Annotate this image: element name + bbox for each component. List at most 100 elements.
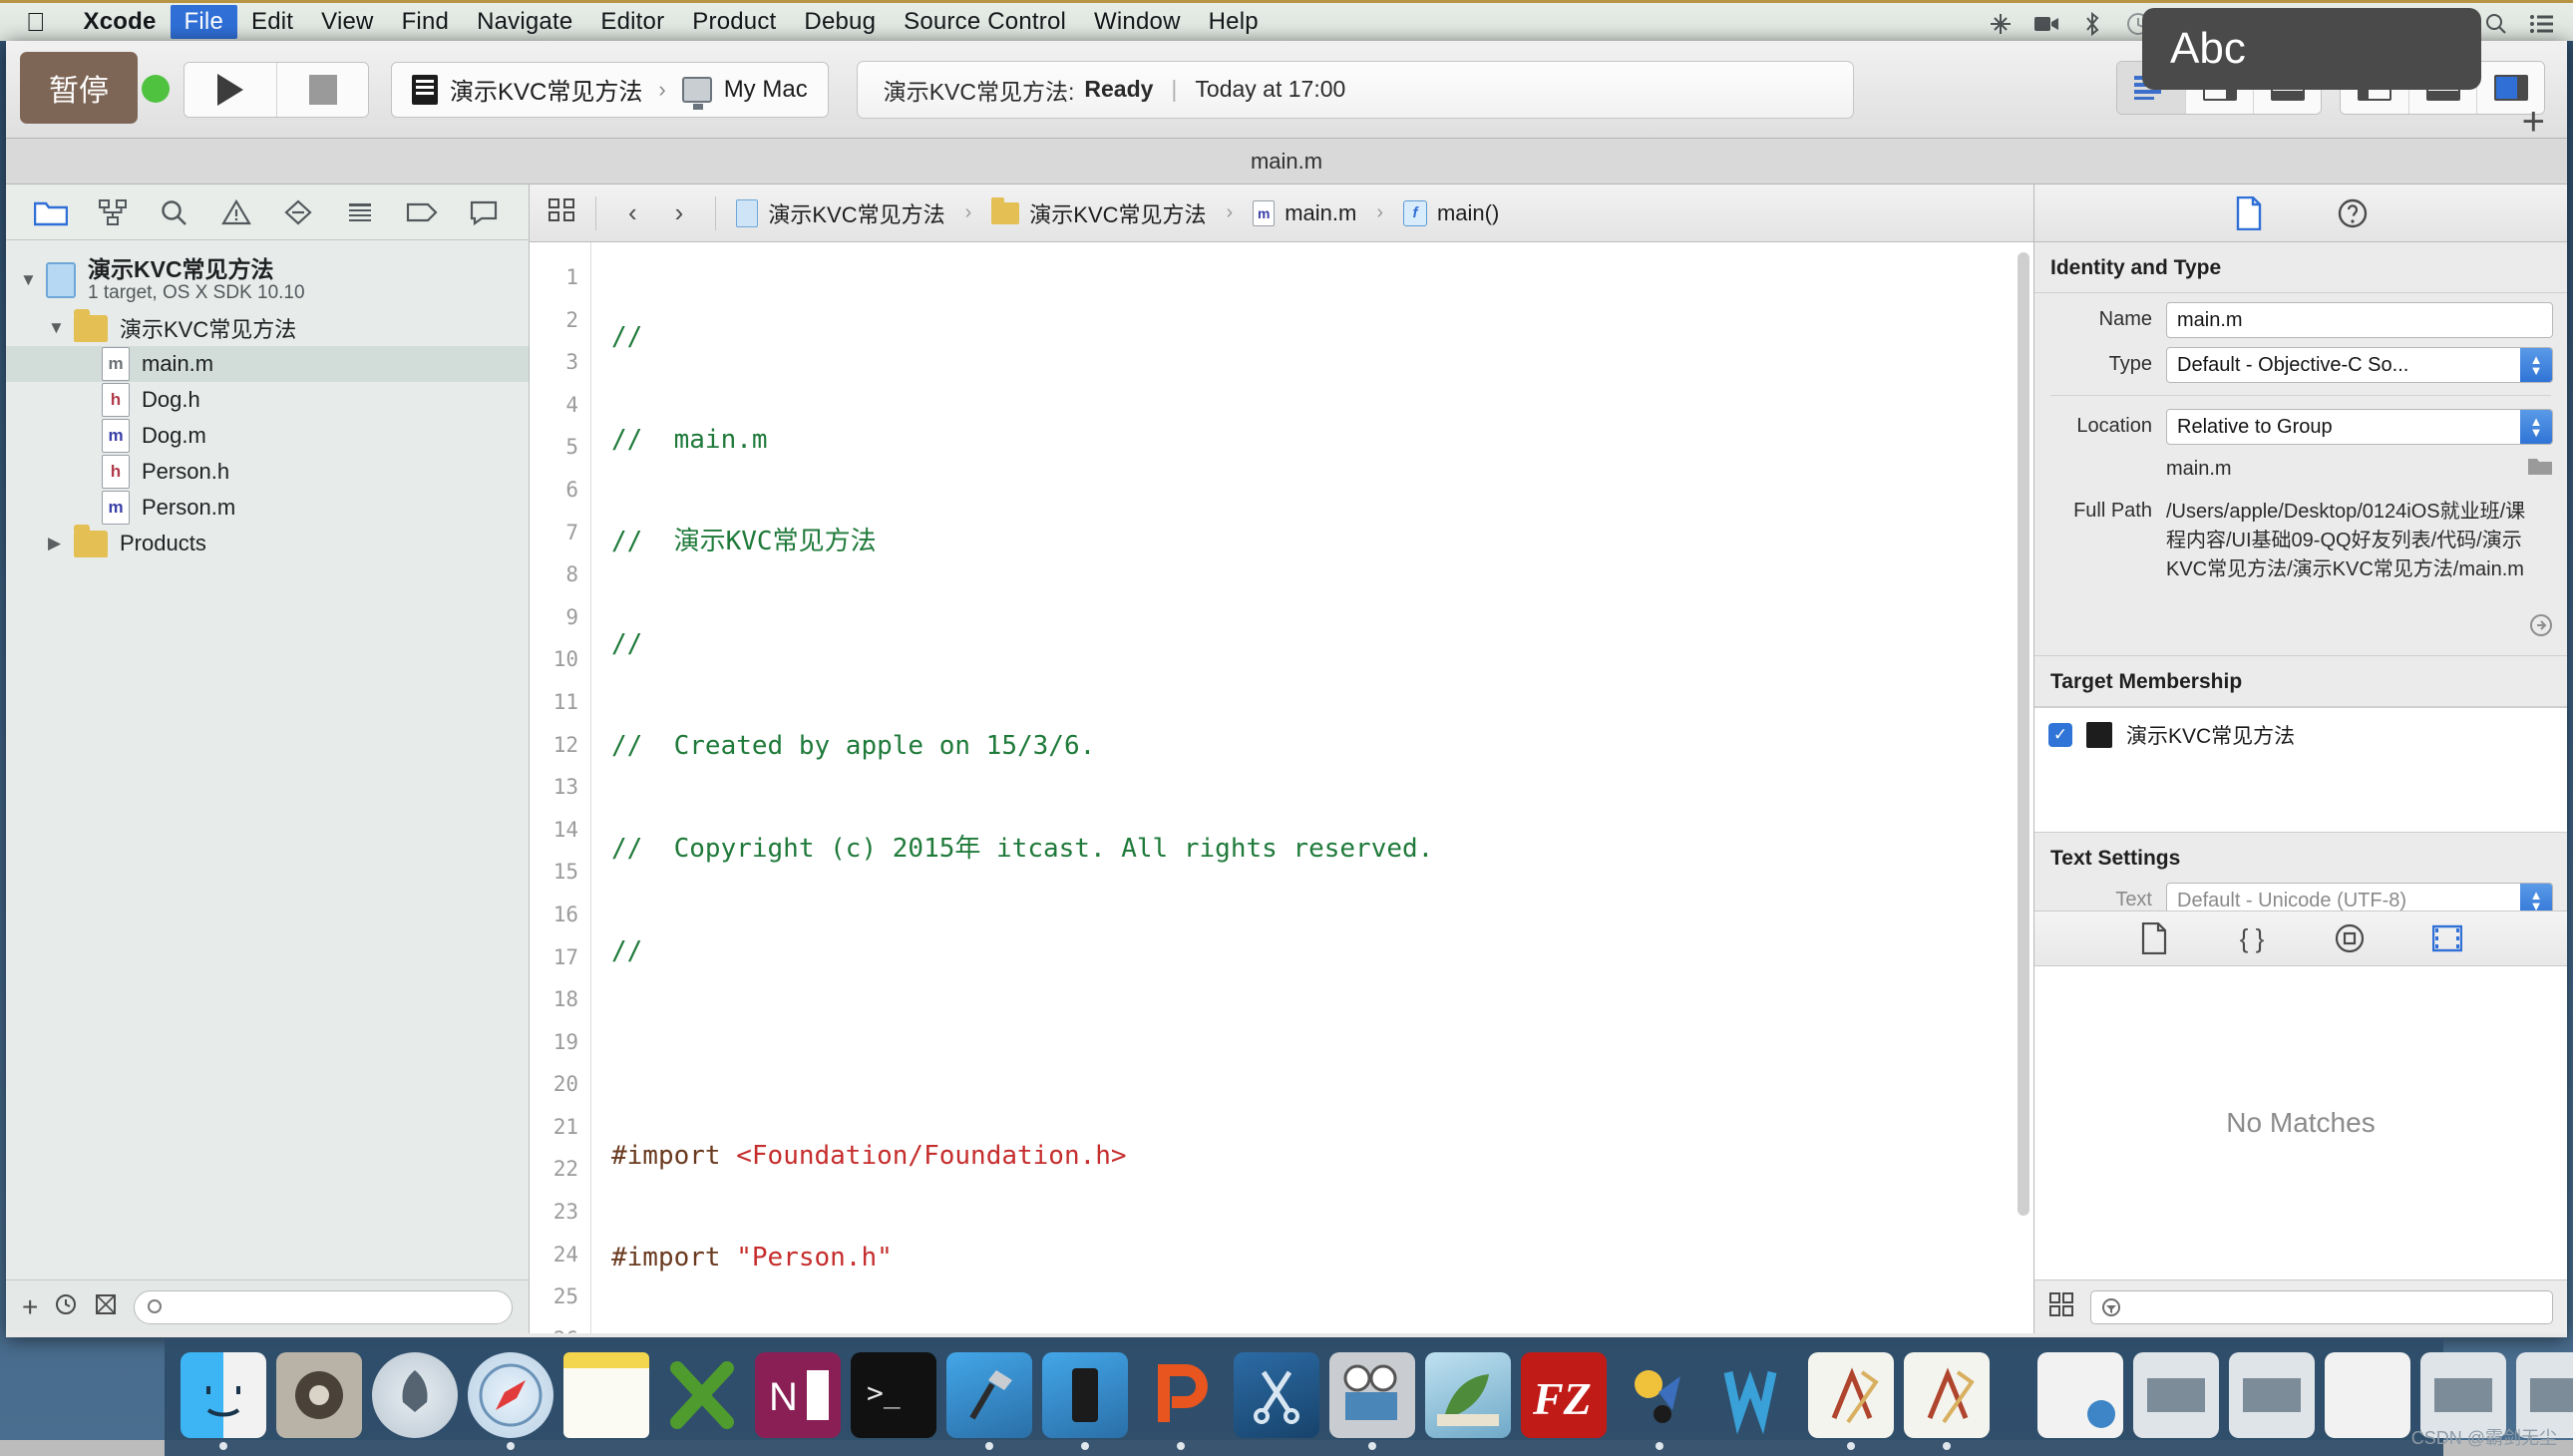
run-button[interactable]	[184, 62, 276, 117]
dock-item-chicken-app[interactable]	[1617, 1352, 1702, 1450]
breadcrumb-file[interactable]: m main.m	[1253, 199, 1356, 226]
chevron-updown-icon[interactable]: ▲ ▼	[2520, 884, 2552, 910]
test-navigator-icon[interactable]	[267, 189, 329, 235]
breadcrumb-group[interactable]: 演示KVC常见方法	[991, 196, 1207, 229]
library-filter-input[interactable]	[2090, 1289, 2553, 1324]
menu-product[interactable]: Product	[678, 5, 790, 39]
location-select[interactable]: Relative to Group ▲ ▼	[2166, 409, 2553, 445]
forward-button[interactable]: ›	[663, 197, 696, 228]
dock-item-onenote[interactable]: N	[755, 1352, 841, 1438]
tree-row-person-m[interactable]: m Person.m	[6, 490, 529, 526]
dock-item-word[interactable]	[1712, 1352, 1798, 1438]
debug-navigator-icon[interactable]	[329, 189, 391, 235]
tree-row-project[interactable]: 演示KVC常见方法 1 target, OS X SDK 10.10	[6, 250, 529, 310]
tree-row-main-m[interactable]: m main.m	[6, 346, 529, 382]
file-template-library-icon[interactable]	[2133, 919, 2175, 957]
dock-item-feather-tool[interactable]	[1425, 1352, 1511, 1438]
symbol-navigator-icon[interactable]	[82, 189, 144, 235]
issue-navigator-icon[interactable]	[205, 189, 267, 235]
dock-item-movie-tool[interactable]	[1329, 1352, 1415, 1450]
menu-window[interactable]: Window	[1080, 5, 1195, 39]
type-select[interactable]: Default - Objective-C So... ▲ ▼	[2166, 347, 2553, 383]
tree-row-products[interactable]: Products	[6, 524, 529, 561]
dock-item-terminal[interactable]: >_	[851, 1352, 936, 1438]
tree-row-person-h[interactable]: h Person.h	[6, 454, 529, 490]
dock-item-xcode[interactable]	[659, 1352, 745, 1438]
menu-xcode[interactable]: Xcode	[70, 5, 171, 39]
library-view-grid-icon[interactable]	[2048, 1291, 2074, 1322]
dock-minimized-window-4[interactable]	[2325, 1352, 2410, 1438]
source-code-area[interactable]: 1 2 3 4 5 6 7 8 9 10 11 12 13 14 15 16 1	[530, 242, 2033, 1333]
menu-navigate[interactable]: Navigate	[463, 5, 586, 39]
breadcrumb-project[interactable]: 演示KVC常见方法	[736, 197, 945, 229]
disclosure-triangle-icon[interactable]	[20, 270, 46, 290]
airplay-icon[interactable]	[1988, 11, 2014, 37]
editor-vertical-scrollbar[interactable]	[2018, 252, 2029, 1299]
dock-item-device-tool[interactable]	[1042, 1352, 1128, 1450]
dock-item-pages-p[interactable]	[1138, 1352, 1224, 1450]
editor-tab-bar[interactable]: main.m	[6, 139, 2567, 184]
media-library-icon[interactable]	[2426, 919, 2468, 957]
menu-find[interactable]: Find	[388, 5, 464, 39]
tree-row-group[interactable]: 演示KVC常见方法	[6, 308, 529, 346]
dock-item-safari[interactable]	[468, 1352, 553, 1450]
notification-center-icon[interactable]	[2529, 11, 2555, 37]
apple-menu-icon[interactable]: 	[26, 9, 46, 35]
source-control-filter-icon[interactable]	[94, 1292, 118, 1321]
report-navigator-icon[interactable]	[453, 189, 515, 235]
dock-item-system-preferences[interactable]	[276, 1352, 362, 1438]
dock-item-notes[interactable]	[563, 1352, 649, 1438]
scrollbar-thumb[interactable]	[2018, 252, 2029, 1217]
object-library-icon[interactable]	[2329, 919, 2371, 957]
quick-help-icon[interactable]	[2331, 193, 2375, 233]
name-input[interactable]: main.m	[2166, 302, 2553, 338]
dock-minimized-window-2[interactable]	[2133, 1352, 2219, 1438]
code-text[interactable]: // // main.m // 演示KVC常见方法 // // Created …	[591, 242, 2033, 1333]
dock-item-hammer-tool[interactable]	[946, 1352, 1032, 1450]
dock-item-preview-a[interactable]	[1808, 1352, 1894, 1450]
related-items-icon[interactable]	[548, 197, 575, 229]
navigator-filter-input[interactable]	[134, 1289, 513, 1324]
disclosure-triangle-icon[interactable]	[48, 534, 74, 553]
disclosure-triangle-icon[interactable]	[48, 318, 74, 338]
menu-view[interactable]: View	[307, 5, 387, 39]
reveal-in-finder-icon[interactable]	[2529, 494, 2553, 643]
pause-overlay-badge[interactable]: 暂停	[20, 52, 138, 124]
dock-minimized-window-3[interactable]	[2229, 1352, 2315, 1438]
chevron-updown-icon[interactable]: ▲ ▼	[2520, 348, 2552, 382]
add-tab-button[interactable]: +	[2522, 100, 2545, 145]
recent-files-filter-icon[interactable]	[54, 1292, 78, 1321]
project-navigator-icon[interactable]	[20, 189, 82, 235]
dock-item-filezilla[interactable]: FZ	[1521, 1352, 1607, 1438]
breadcrumb-symbol[interactable]: f main()	[1402, 199, 1499, 226]
menu-source-control[interactable]: Source Control	[890, 5, 1080, 39]
choose-file-icon[interactable]	[2527, 451, 2553, 483]
scheme-selector[interactable]: 演示KVC常见方法 › My Mac	[391, 61, 829, 118]
menu-file[interactable]: File	[170, 5, 238, 39]
dock-item-launchpad[interactable]	[372, 1352, 458, 1438]
tree-row-dog-m[interactable]: m Dog.m	[6, 418, 529, 454]
code-snippet-library-icon[interactable]: { }	[2231, 919, 2273, 957]
menu-edit[interactable]: Edit	[237, 5, 307, 39]
breakpoint-navigator-icon[interactable]	[391, 189, 453, 235]
target-membership-row[interactable]: ✓ 演示KVC常见方法	[2048, 720, 2567, 750]
dock-item-finder[interactable]	[181, 1352, 266, 1450]
stop-button[interactable]	[276, 62, 368, 117]
search-icon[interactable]	[2483, 11, 2509, 37]
file-inspector-icon[interactable]	[2227, 193, 2271, 233]
back-button[interactable]: ‹	[616, 197, 649, 228]
menu-debug[interactable]: Debug	[790, 5, 890, 39]
screen-recording-icon[interactable]	[2033, 11, 2059, 37]
add-file-icon[interactable]: +	[22, 1291, 38, 1323]
chevron-updown-icon[interactable]: ▲ ▼	[2520, 410, 2552, 444]
menu-editor[interactable]: Editor	[586, 5, 678, 39]
target-checkbox[interactable]: ✓	[2048, 723, 2072, 747]
dock-item-snip-tool[interactable]	[1234, 1352, 1319, 1438]
bluetooth-icon[interactable]	[2079, 11, 2105, 37]
text-encoding-select[interactable]: Default - Unicode (UTF-8) ▲ ▼	[2166, 883, 2553, 910]
tree-row-dog-h[interactable]: h Dog.h	[6, 382, 529, 418]
menu-help[interactable]: Help	[1195, 5, 1273, 39]
dock-minimized-window-1[interactable]	[2037, 1352, 2123, 1438]
find-navigator-icon[interactable]	[144, 189, 205, 235]
dock-item-preview-b[interactable]	[1904, 1352, 1990, 1450]
